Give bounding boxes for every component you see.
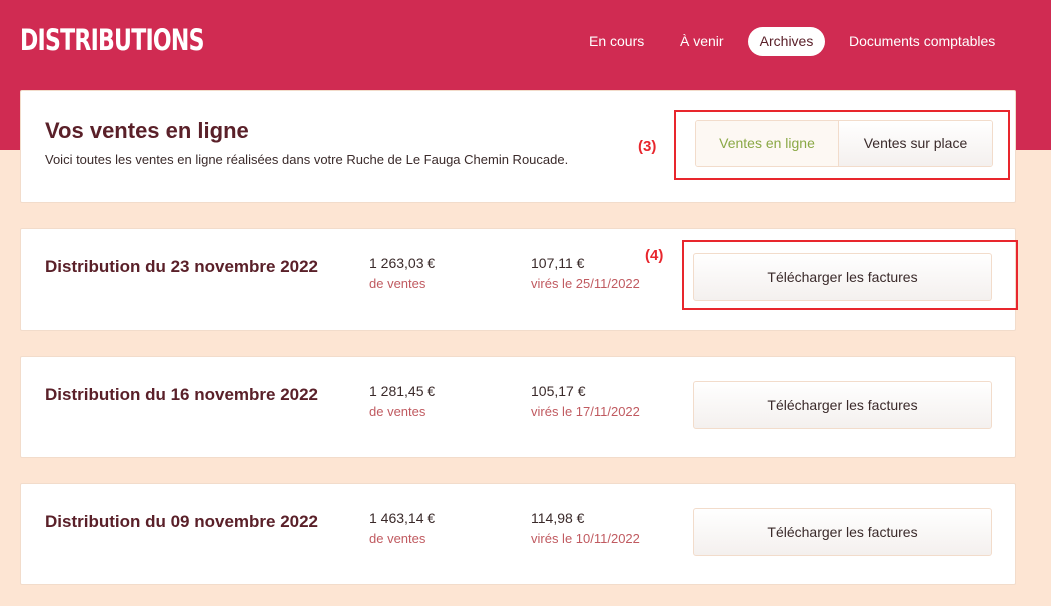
annotation-box-3 — [674, 110, 1010, 180]
distribution-title: Distribution du 16 novembre 2022 — [45, 385, 319, 404]
sales-amount: 1 263,03 € — [369, 255, 436, 271]
nav-item-a-venir[interactable]: À venir — [680, 27, 724, 56]
annotation-box-4 — [682, 240, 1018, 310]
transfer-date: virés le 17/11/2022 — [531, 404, 640, 419]
nav-item-en-cours[interactable]: En cours — [589, 27, 644, 56]
nav-item-archives[interactable]: Archives — [748, 27, 825, 56]
sales-label: de ventes — [369, 404, 426, 419]
page-description: Voici toutes les ventes en ligne réalisé… — [45, 152, 569, 167]
sales-label: de ventes — [369, 276, 426, 291]
sales-amount: 1 281,45 € — [369, 383, 436, 399]
transfer-date: virés le 10/11/2022 — [531, 531, 640, 546]
main-nav: En cours À venir Archives Documents comp… — [0, 27, 1051, 56]
transfer-amount: 107,11 € — [531, 255, 585, 271]
distribution-title: Distribution du 09 novembre 2022 — [45, 512, 319, 531]
distribution-card: Distribution du 16 novembre 2022 1 281,4… — [20, 356, 1016, 458]
distribution-card: Distribution du 09 novembre 2022 1 463,1… — [20, 483, 1016, 585]
transfer-amount: 105,17 € — [531, 383, 586, 399]
annotation-label-3: (3) — [638, 138, 657, 155]
sales-amount: 1 463,14 € — [369, 510, 436, 526]
annotation-label-4: (4) — [645, 247, 664, 264]
download-invoices-button[interactable]: Télécharger les factures — [693, 508, 992, 556]
page-title: Vos ventes en ligne — [45, 118, 249, 143]
distribution-title: Distribution du 23 novembre 2022 — [45, 257, 319, 276]
nav-item-documents-comptables[interactable]: Documents comptables — [849, 27, 995, 56]
sales-label: de ventes — [369, 531, 426, 546]
transfer-date: virés le 25/11/2022 — [531, 276, 640, 291]
download-invoices-button[interactable]: Télécharger les factures — [693, 381, 992, 429]
transfer-amount: 114,98 € — [531, 510, 585, 526]
